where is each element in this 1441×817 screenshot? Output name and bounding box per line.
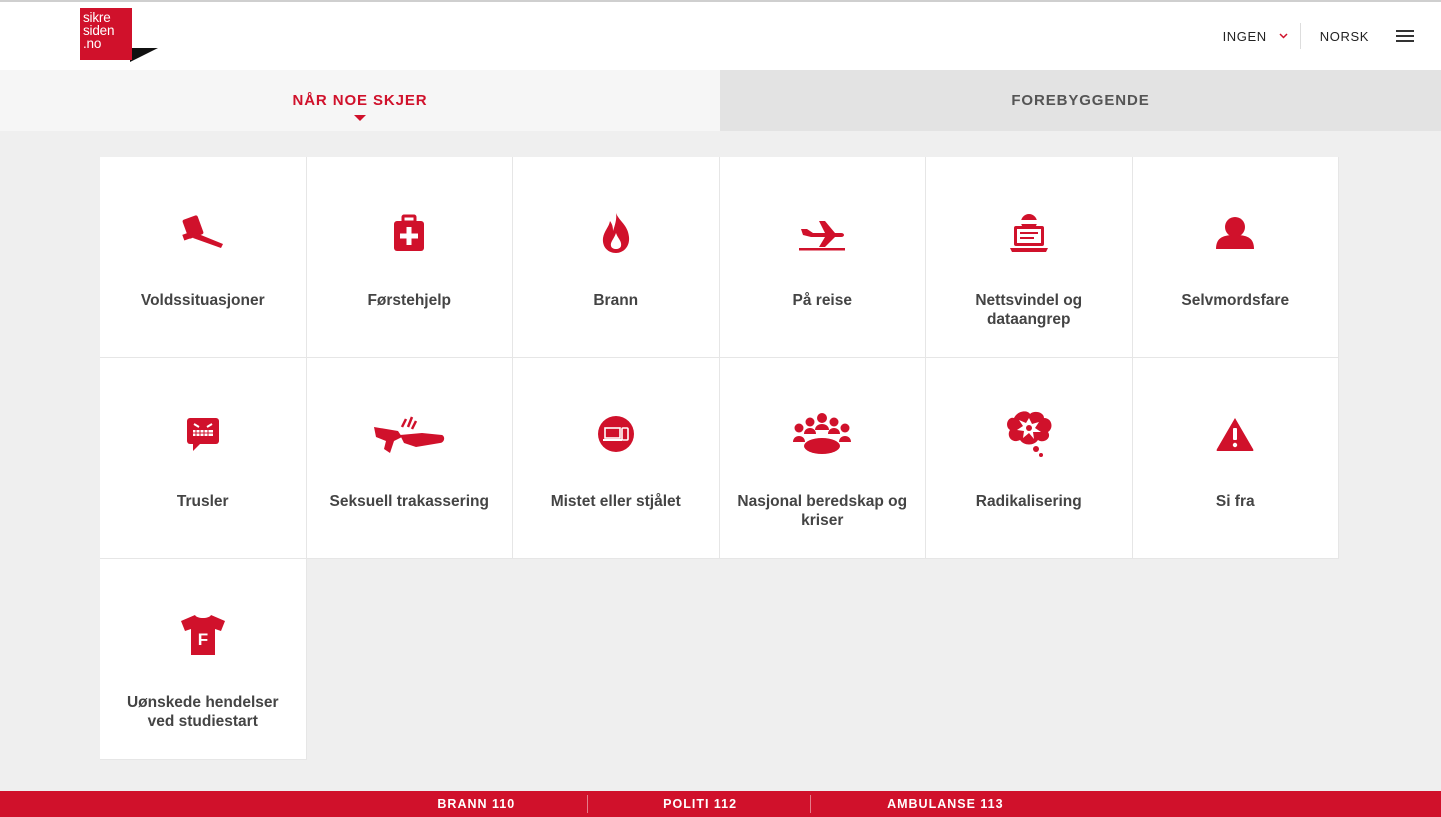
category-label: Førstehjelp	[367, 292, 452, 309]
category-card-mistet-eller-stjalet[interactable]: Mistet eller stjålet	[513, 358, 720, 559]
group-table-icon	[792, 410, 852, 458]
emergency-ambulance-link[interactable]: AMBULANSE 113	[811, 797, 1004, 811]
category-label: Nasjonal beredskap og kriser	[737, 493, 908, 529]
category-label: Trusler	[176, 493, 229, 510]
site-header: sikre siden .no INGEN NORSK	[0, 2, 1441, 70]
category-label: Si fra	[1215, 493, 1255, 510]
category-card-trusler[interactable]: Trusler	[100, 358, 307, 559]
emergency-fire-link[interactable]: BRANN 110	[437, 797, 587, 811]
category-card-voldssituasjoner[interactable]: Voldssituasjoner	[100, 157, 307, 358]
category-card-radikalisering[interactable]: Radikalisering	[926, 358, 1133, 559]
emergency-police-link[interactable]: POLITI 112	[588, 797, 810, 811]
fire-icon	[599, 209, 633, 257]
hamburger-menu-icon[interactable]	[1396, 29, 1414, 43]
active-tab-caret-icon	[354, 115, 366, 121]
user-dropdown-label: INGEN	[1222, 28, 1267, 44]
category-label: Radikalisering	[975, 493, 1082, 510]
category-card-seksuell-trakassering[interactable]: Seksuell trakassering	[306, 358, 513, 559]
tab-nar-noe-skjer[interactable]: NÅR NOE SKJER	[0, 70, 720, 131]
category-card-brann[interactable]: Brann	[513, 157, 720, 358]
explosion-thought-icon	[1004, 410, 1054, 458]
svg-text:F: F	[198, 630, 208, 649]
language-selector[interactable]: NORSK	[1320, 29, 1369, 44]
category-label: Selvmordsfare	[1181, 292, 1290, 309]
category-label: Voldssituasjoner	[140, 292, 265, 309]
first-aid-kit-icon	[391, 209, 427, 257]
chevron-down-icon	[1279, 30, 1288, 42]
hands-touching-icon	[372, 410, 446, 458]
category-card-studiestart[interactable]: F Uønskede hendelser ved studiestart	[100, 559, 307, 760]
category-label: Mistet eller stjålet	[550, 493, 681, 510]
category-label: Seksuell trakassering	[329, 493, 489, 510]
category-label: Brann	[593, 292, 639, 309]
emergency-numbers-bar: BRANN 110 POLITI 112 AMBULANSE 113	[0, 791, 1441, 817]
airplane-icon	[797, 209, 847, 257]
tab-label: FOREBYGGENDE	[1011, 92, 1150, 109]
header-actions: INGEN NORSK	[1223, 2, 1441, 70]
category-card-nasjonal-beredskap[interactable]: Nasjonal beredskap og kriser	[719, 358, 926, 559]
devices-icon	[597, 410, 635, 458]
category-card-nettsvindel[interactable]: Nettsvindel og dataangrep	[926, 157, 1133, 358]
person-icon	[1214, 209, 1256, 257]
category-card-selvmordsfare[interactable]: Selvmordsfare	[1132, 157, 1339, 358]
tshirt-icon: F	[179, 611, 227, 659]
main-tabs: NÅR NOE SKJER FOREBYGGENDE	[0, 70, 1441, 131]
hammer-icon	[179, 209, 227, 257]
logo-tail-shape	[130, 46, 158, 62]
warning-icon	[1215, 410, 1255, 458]
tab-forebyggende[interactable]: FOREBYGGENDE	[720, 70, 1441, 131]
hacker-laptop-icon	[1008, 209, 1050, 257]
category-label: Uønskede hendelser ved studiestart	[126, 694, 279, 730]
tab-label: NÅR NOE SKJER	[292, 92, 428, 109]
category-label: På reise	[792, 292, 852, 309]
angry-speech-bubble-icon	[185, 410, 221, 458]
sikresiden-logo[interactable]: sikre siden .no	[80, 8, 160, 62]
logo-mark: sikre siden .no	[80, 8, 132, 60]
category-card-forstehjelp[interactable]: Førstehjelp	[306, 157, 513, 358]
logo-text-line3: .no	[83, 36, 102, 51]
category-grid: Voldssituasjoner Førstehjelp Brann På re…	[100, 157, 1339, 760]
user-dropdown[interactable]: INGEN	[1223, 23, 1301, 49]
category-card-si-fra[interactable]: Si fra	[1132, 358, 1339, 559]
category-card-pa-reise[interactable]: På reise	[719, 157, 926, 358]
category-label: Nettsvindel og dataangrep	[975, 292, 1083, 328]
